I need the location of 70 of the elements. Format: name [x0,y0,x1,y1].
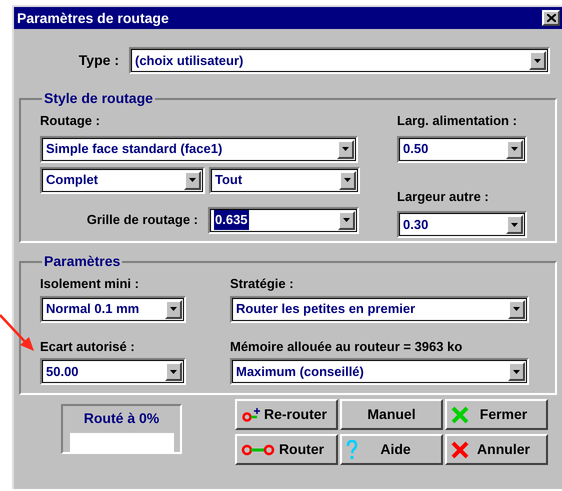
field-value: 0.50 [403,140,428,158]
dropdown-field[interactable]: Normal 0.1 mm [40,296,186,322]
dropdown-field[interactable]: (choix utilisateur) [129,47,550,74]
dialog-button[interactable]: Router [235,434,338,465]
dropdown-button[interactable] [337,140,354,158]
dropdown-button[interactable] [165,300,182,318]
help-icon [346,440,358,460]
node-plus-icon [241,406,263,422]
group-title: Paramètres [43,252,122,271]
dropdown-button[interactable] [508,300,525,318]
dropdown-arrow-icon [170,307,177,311]
field-label: Largeur autre : [397,188,490,206]
field-value: Router les petites en premier [236,300,416,318]
field-value: Maximum (conseillé) [236,362,364,381]
field-label: Type : [78,51,119,70]
field-value: Normal 0.1 mm [46,300,140,318]
connection-icon [241,444,275,456]
field-label: Larg. alimentation : [397,112,518,130]
dropdown-button[interactable] [506,140,523,158]
dropdown-button[interactable] [529,51,546,70]
close-icon [546,14,556,22]
progress-label: Routé à 0% [84,409,160,428]
field-value: Simple face standard (face1) [46,140,222,158]
dropdown-button[interactable] [338,210,355,230]
close-button[interactable] [542,10,560,26]
dropdown-field[interactable]: 0.30 [397,211,527,238]
dialog-button[interactable]: Manuel [340,399,443,430]
dropdown-field[interactable]: Maximum (conseillé) [230,358,529,385]
field-label: Ecart autorisé : [40,338,136,356]
dropdown-field[interactable]: Simple face standard (face1) [40,136,358,162]
dialog-button[interactable]: Fermer [445,399,548,430]
dropdown-field[interactable]: 0.50 [397,136,527,162]
dialog-button[interactable]: Aide [340,434,443,465]
dropdown-arrow-icon [511,222,518,226]
dialog-button[interactable]: Annuler [445,434,548,465]
dialog-button[interactable]: Re-router [235,399,338,430]
dropdown-arrow-icon [511,147,518,151]
cross-icon [451,440,469,458]
dropdown-field[interactable]: Tout [209,166,360,194]
group-title: Style de routage [43,89,154,108]
dropdown-arrow-icon [189,178,196,182]
dropdown-arrow-icon [534,58,541,62]
pointer-arrow [0,313,36,353]
field-label: Stratégie : [230,275,295,293]
dropdown-arrow-icon [513,370,520,374]
dropdown-button[interactable] [508,362,525,381]
window-title: Paramètres de routage [17,8,169,28]
field-value: Tout [215,171,242,190]
dropdown-button[interactable] [165,362,182,381]
dropdown-field[interactable]: 50.00 [40,358,186,385]
dropdown-arrow-icon [343,218,350,222]
dropdown-arrow-icon [513,307,520,311]
dropdown-arrow-icon [344,178,351,182]
field-label: Mémoire allouée au routeur = 3963 ko [230,338,464,356]
field-label: Routage : [40,112,101,130]
dropdown-button[interactable] [339,170,356,190]
field-label: Isolement mini : [40,275,140,293]
field-value: 0.635 [214,210,249,230]
dropdown-arrow-icon [342,147,349,151]
field-value: 50.00 [46,362,79,381]
dropdown-button[interactable] [184,170,201,190]
field-value: 0.30 [403,216,428,234]
field-value: (choix utilisateur) [135,52,244,70]
field-value: Complet [46,171,98,190]
dropdown-field[interactable]: 0.635 [208,206,359,234]
field-label: Grille de routage : [86,211,198,230]
dropdown-arrow-icon [170,370,177,374]
dropdown-field[interactable]: Router les petites en premier [230,296,529,322]
dropdown-field[interactable]: Complet [40,166,205,194]
dropdown-button[interactable] [506,215,523,234]
